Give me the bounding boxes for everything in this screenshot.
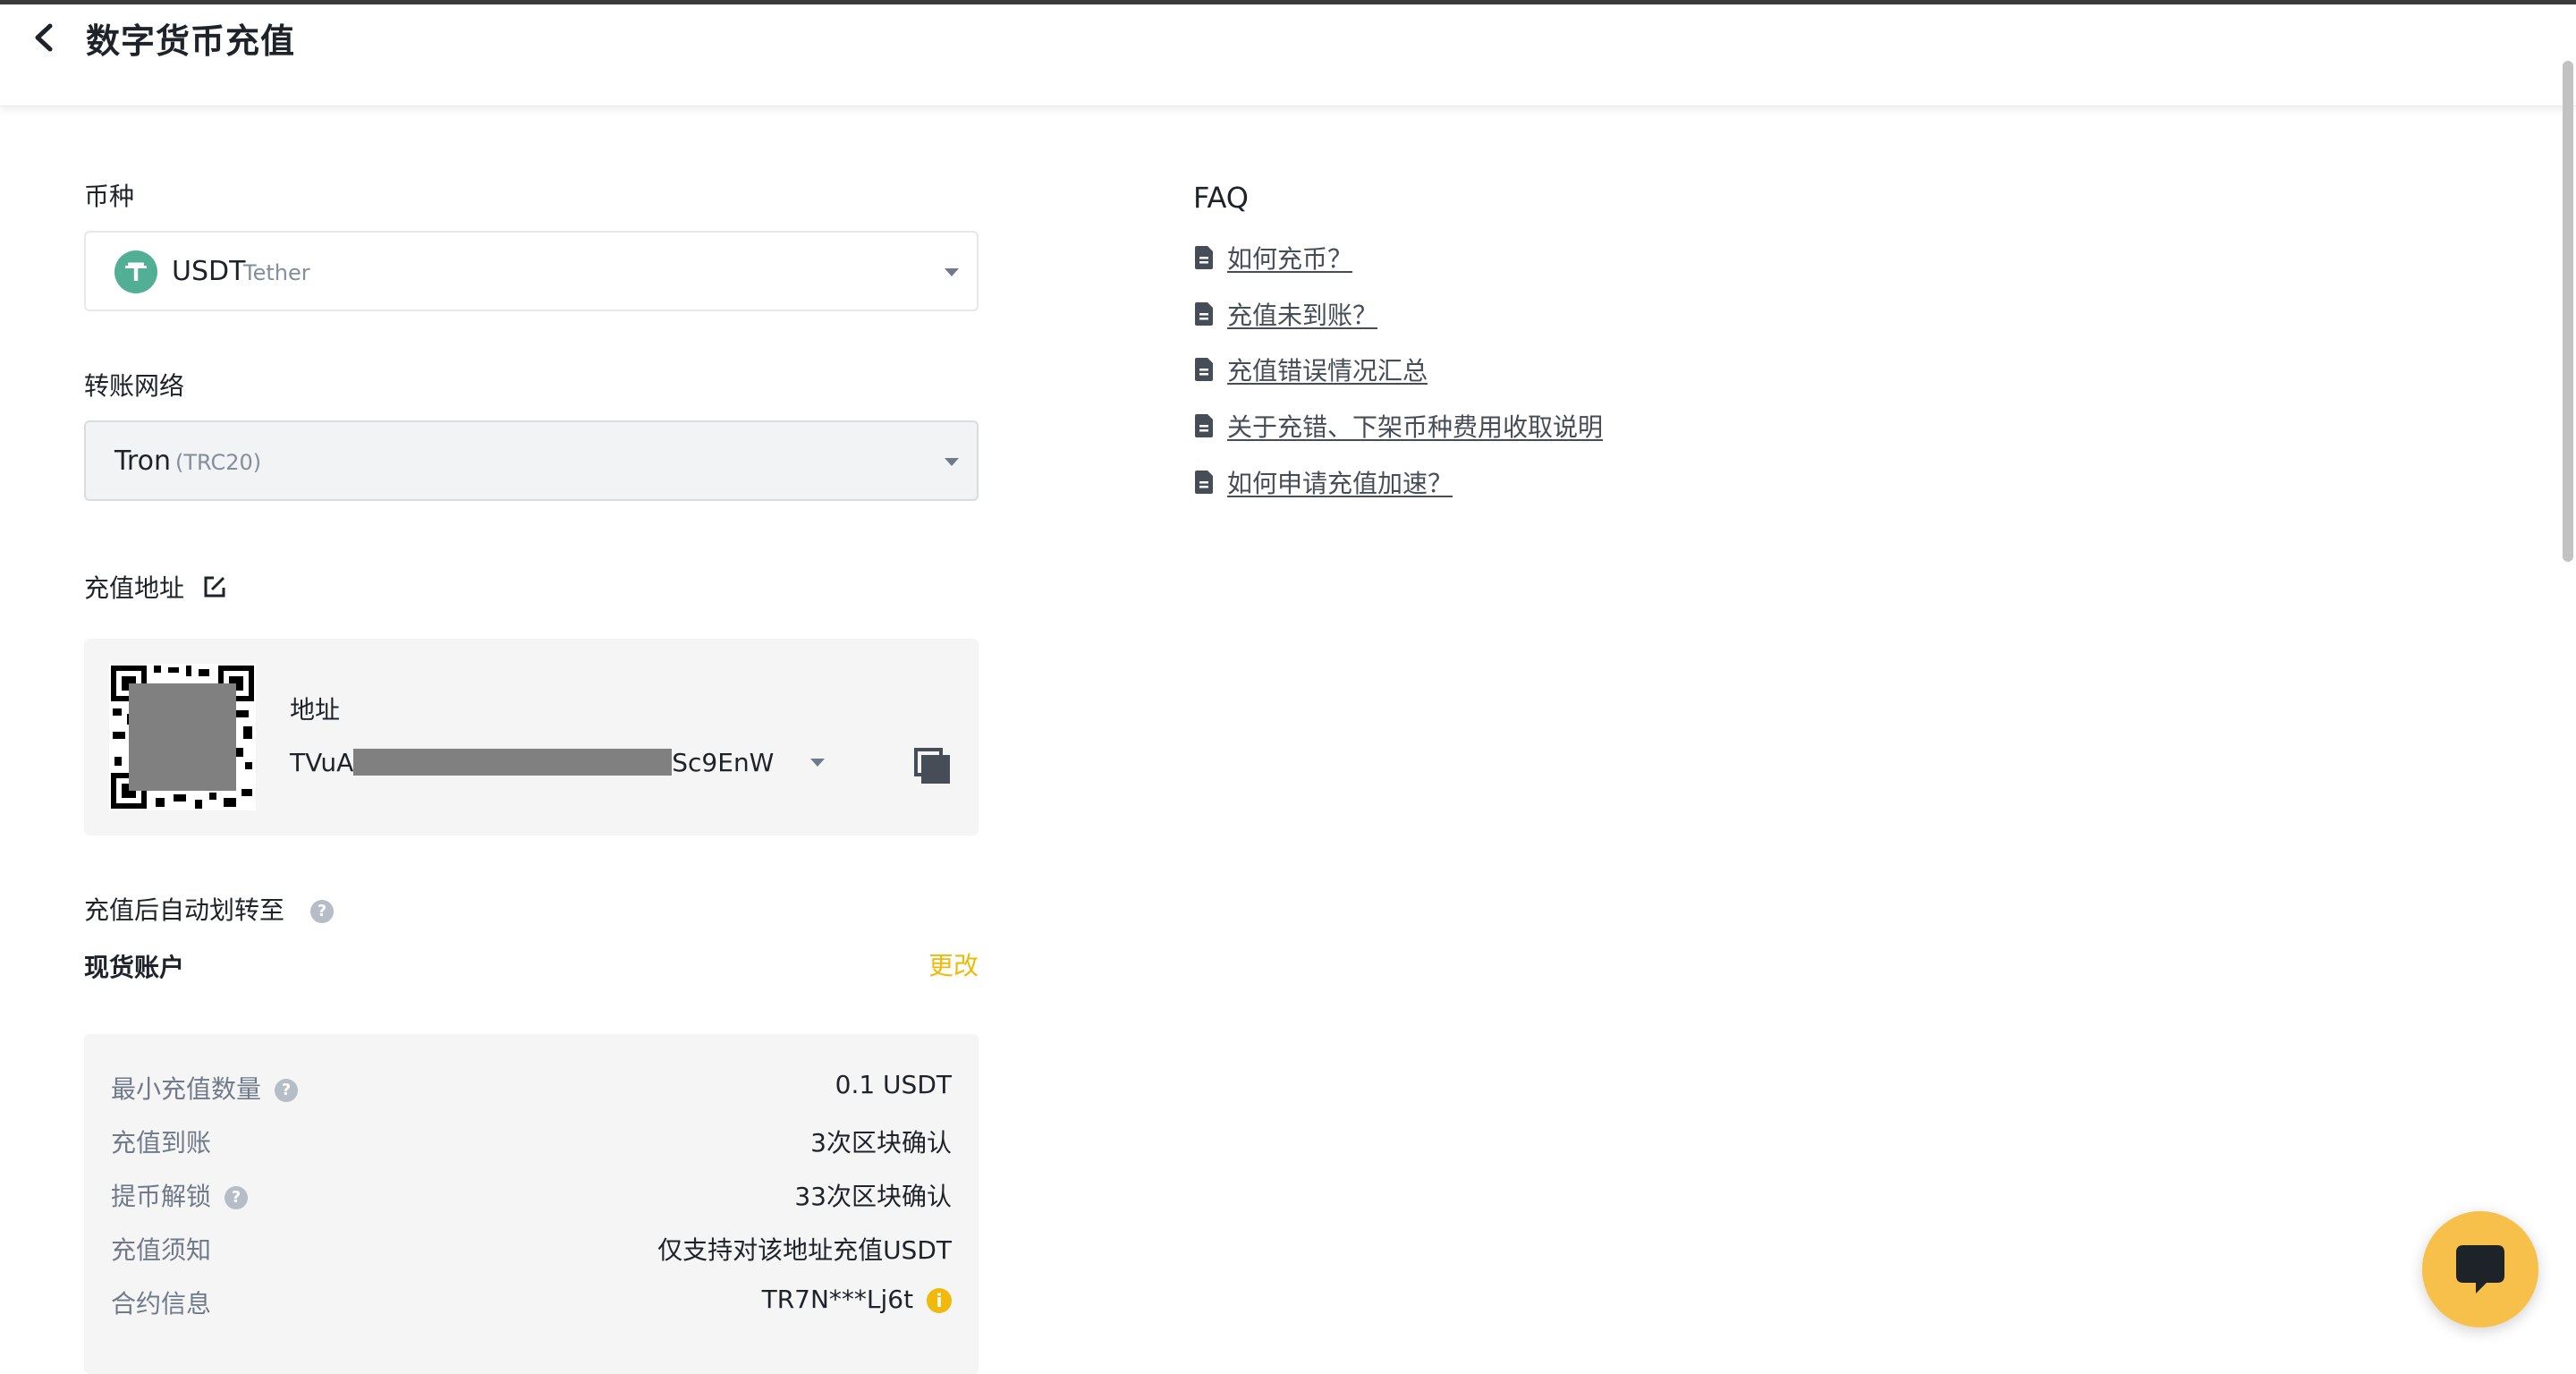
help-icon[interactable]: ? [224, 1186, 248, 1209]
info-row-unlock: 提币解锁 ? 33次区块确认 [111, 1177, 952, 1213]
copy-icon [914, 748, 950, 784]
address-title: 地址 [290, 695, 341, 725]
address-card: 地址 TVuA Sc9EnW [84, 639, 979, 835]
coin-full-name: Tether [243, 260, 310, 285]
chat-support-button[interactable] [2422, 1211, 2538, 1327]
transfer-account: 现货账户 [84, 953, 185, 982]
coin-symbol: USDT [172, 256, 246, 287]
info-row-contract: 合约信息 TR7N***Lj6t i [111, 1285, 952, 1320]
change-account-link[interactable]: 更改 [928, 946, 979, 982]
address-value[interactable]: TVuA Sc9EnW [290, 748, 774, 777]
document-icon [1195, 471, 1213, 494]
faq-link[interactable]: 关于充错、下架币种费用收取说明 [1227, 408, 1603, 444]
deposit-info-box: 最小充值数量 ? 0.1 USDT 充值到账 3次区块确认 提币解锁 ? 33次… [84, 1034, 979, 1374]
scrollbar-thumb[interactable] [2563, 61, 2573, 562]
faq-link[interactable]: 如何充币？ [1227, 240, 1352, 276]
qr-redaction [129, 683, 236, 791]
qr-code[interactable] [109, 664, 256, 810]
info-row-credit: 充值到账 3次区块确认 [111, 1124, 952, 1159]
back-button[interactable] [27, 15, 66, 60]
network-select[interactable]: Tron (TRC20) [84, 420, 979, 501]
info-value[interactable]: TR7N***Lj6t i [762, 1285, 952, 1314]
info-key: 最小充值数量 ? [111, 1070, 298, 1106]
faq-title: FAQ [1193, 181, 1249, 215]
network-name: Tron [114, 445, 171, 477]
network-standard: (TRC20) [175, 450, 262, 475]
coin-label: 币种 [84, 182, 135, 211]
info-row-notice: 充值须知 仅支持对该地址充值USDT [111, 1231, 952, 1267]
info-key: 充值须知 [111, 1235, 212, 1265]
info-value: 3次区块确认 [810, 1128, 952, 1158]
document-icon [1195, 414, 1213, 437]
info-key: 合约信息 [111, 1289, 212, 1319]
info-key: 充值到账 [111, 1128, 212, 1158]
chevron-down-icon[interactable] [810, 759, 825, 767]
address-prefix: TVuA [290, 748, 354, 777]
chevron-left-icon [35, 23, 53, 52]
auto-transfer-label-text: 充值后自动划转至 [84, 895, 285, 925]
coin-select[interactable]: T USDT Tether [84, 231, 979, 311]
info-icon[interactable]: i [927, 1288, 952, 1313]
deposit-address-label: 充值地址 [84, 569, 228, 605]
deposit-address-label-text: 充值地址 [84, 573, 185, 603]
document-icon [1195, 302, 1213, 326]
help-icon[interactable]: ? [309, 900, 334, 923]
help-icon[interactable]: ? [274, 1079, 298, 1102]
document-icon [1195, 358, 1213, 381]
address-redaction [353, 749, 673, 776]
edit-icon[interactable] [201, 573, 228, 600]
faq-link[interactable]: 充值未到账？ [1227, 296, 1377, 332]
page-title: 数字货币充值 [86, 21, 296, 61]
info-value: 仅支持对该地址充值USDT [657, 1235, 952, 1265]
chevron-down-icon [945, 268, 959, 276]
auto-transfer-label: 充值后自动划转至 ? [84, 891, 334, 927]
info-row-min-deposit: 最小充值数量 ? 0.1 USDT [111, 1070, 952, 1106]
usdt-coin-icon: T [114, 250, 157, 293]
faq-link[interactable]: 充值错误情况汇总 [1227, 352, 1428, 387]
chevron-down-icon [945, 458, 959, 466]
info-value: 0.1 USDT [835, 1070, 952, 1099]
page-header: 数字货币充值 [0, 4, 2576, 106]
chat-bubble-icon [2456, 1245, 2504, 1293]
network-label: 转账网络 [84, 371, 185, 401]
info-value: 33次区块确认 [794, 1182, 952, 1211]
document-icon [1195, 246, 1213, 269]
address-suffix: Sc9EnW [672, 748, 775, 777]
copy-address-button[interactable] [912, 746, 952, 785]
svg-text:T: T [128, 258, 144, 287]
info-key: 提币解锁 ? [111, 1177, 248, 1213]
faq-link[interactable]: 如何申请充值加速？ [1227, 464, 1453, 500]
